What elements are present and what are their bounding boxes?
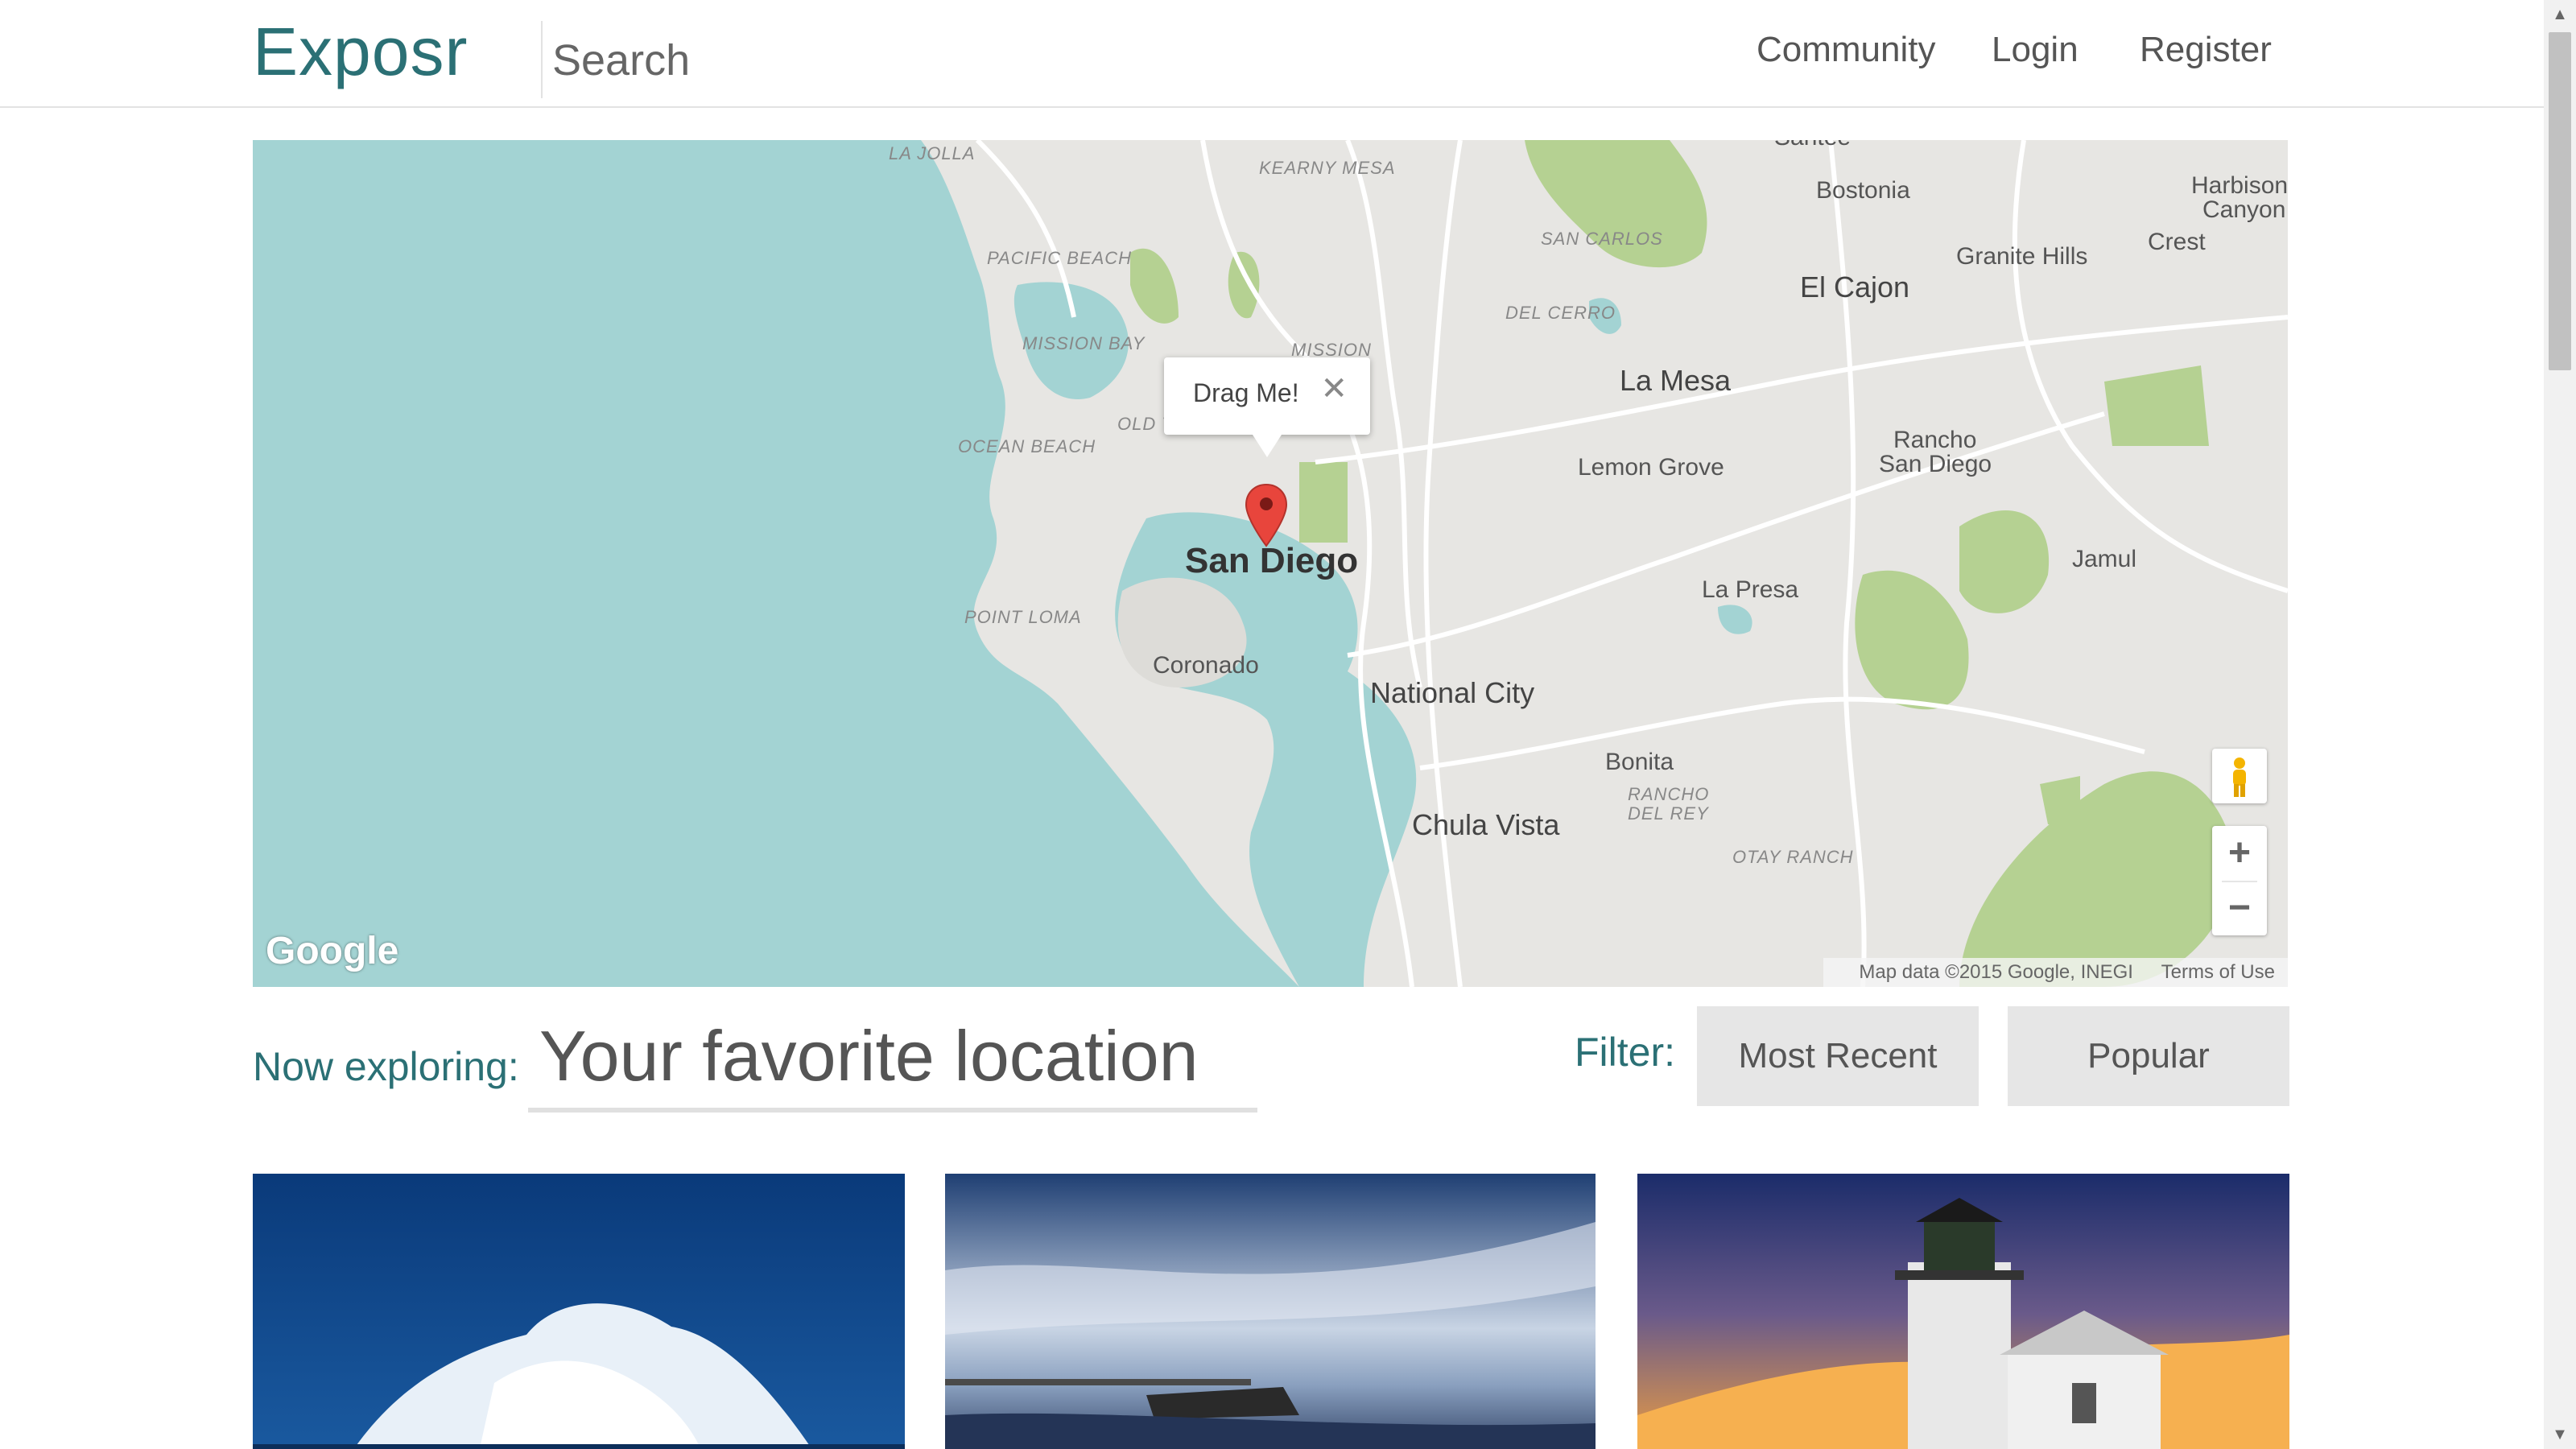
map-label-rancho-del-rey-1: RANCHO [1628, 784, 1710, 804]
wave-photo[interactable] [253, 1174, 905, 1449]
map-label-la-jolla: LA JOLLA [889, 143, 976, 163]
scroll-thumb[interactable] [2549, 32, 2571, 370]
nav-divider [541, 21, 543, 98]
search-input[interactable] [551, 27, 1005, 93]
location-input[interactable] [528, 1005, 1257, 1113]
map-marker-icon[interactable] [1245, 483, 1288, 547]
map-label-la-mesa: La Mesa [1620, 364, 1732, 397]
map-label-mission-bay: MISSION BAY [1022, 333, 1146, 353]
scroll-up-arrow-icon[interactable]: ▲ [2544, 0, 2576, 29]
nav-community-link[interactable]: Community [1757, 24, 1936, 76]
now-exploring-label: Now exploring: [253, 1044, 519, 1089]
google-logo[interactable]: Google [266, 929, 398, 973]
map-label-santee: Santee [1774, 140, 1851, 151]
filter-popular-button[interactable]: Popular [2008, 1006, 2289, 1106]
filter-label: Filter: [1575, 1030, 1675, 1075]
map-infowindow: Drag Me! ✕ [1164, 357, 1370, 457]
map-label-point-loma: POINT LOMA [964, 607, 1082, 627]
scroll-down-arrow-icon[interactable]: ▼ [2544, 1420, 2576, 1449]
map-container[interactable]: LA JOLLA KEARNY MESA PACIFIC BEACH MISSI… [253, 140, 2288, 987]
map-label-pacific-beach: PACIFIC BEACH [987, 248, 1133, 268]
zoom-controls: + − [2212, 826, 2267, 935]
brand-logo[interactable]: Exposr [253, 10, 468, 93]
lighthouse-photo[interactable] [1637, 1174, 2289, 1449]
close-icon[interactable]: ✕ [1320, 370, 1348, 407]
map-label-kearny-mesa: KEARNY MESA [1259, 158, 1396, 178]
map-label-otay-ranch: OTAY RANCH [1732, 847, 1854, 867]
map-label-rancho-sd-1: Rancho [1893, 427, 1977, 453]
top-navbar: Exposr Community Login Register [0, 0, 2544, 108]
map-label-ocean-beach: OCEAN BEACH [958, 436, 1096, 456]
zoom-out-button[interactable]: − [2212, 881, 2267, 935]
map-label-san-carlos: SAN CARLOS [1541, 229, 1663, 249]
map-label-bonita: Bonita [1605, 749, 1674, 775]
map-label-lemon-grove: Lemon Grove [1578, 454, 1724, 481]
map-label-coronado: Coronado [1153, 652, 1259, 679]
street-view-pegman-icon[interactable] [2212, 749, 2267, 803]
map-label-bostonia: Bostonia [1816, 177, 1910, 204]
terms-of-use-link[interactable]: Terms of Use [2161, 961, 2275, 983]
map-data-text: Map data ©2015 Google, INEGI [1859, 961, 2133, 983]
map-label-el-cajon: El Cajon [1800, 270, 1910, 303]
map-label-rancho-del-rey-2: DEL REY [1628, 803, 1709, 824]
nav-register-link[interactable]: Register [2140, 24, 2272, 76]
map-label-del-cerro: DEL CERRO [1505, 303, 1616, 323]
filter-most-recent-button[interactable]: Most Recent [1697, 1006, 1979, 1106]
map-label-harbison-1: Harbison [2191, 172, 2288, 199]
infowindow-text: Drag Me! [1193, 378, 1299, 407]
map-label-la-presa: La Presa [1702, 576, 1799, 603]
beach-sunset-photo[interactable] [945, 1174, 1596, 1449]
map-label-rancho-sd-2: San Diego [1879, 451, 1992, 477]
map-label-granite-hills: Granite Hills [1956, 243, 2088, 270]
map-label-chula-vista: Chula Vista [1412, 808, 1560, 841]
nav-login-link[interactable]: Login [1992, 24, 2079, 76]
map-label-national-city: National City [1370, 676, 1535, 709]
zoom-in-button[interactable]: + [2212, 826, 2267, 881]
page-scrollbar[interactable]: ▲ ▼ [2544, 0, 2576, 1449]
map-label-crest: Crest [2148, 229, 2206, 255]
map-attribution: Map data ©2015 Google, INEGI Terms of Us… [1823, 958, 2288, 987]
map-label-harbison-2: Canyon [2202, 196, 2286, 223]
map-label-jamul: Jamul [2072, 546, 2137, 572]
page: Exposr Community Login Register [0, 0, 2544, 1449]
